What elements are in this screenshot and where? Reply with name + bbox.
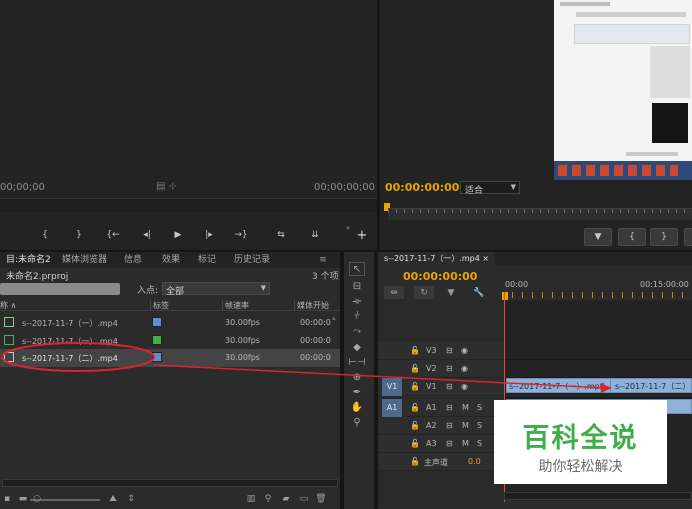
- annotation-arrow-line: [153, 364, 607, 389]
- annotation-arrowhead: [600, 383, 612, 393]
- watermark-title: 百科全说: [522, 423, 639, 454]
- watermark: 百科全说 助你轻松解决: [494, 400, 667, 484]
- annotation-ellipse: [1, 342, 155, 372]
- watermark-subtitle: 助你轻松解决: [538, 459, 623, 475]
